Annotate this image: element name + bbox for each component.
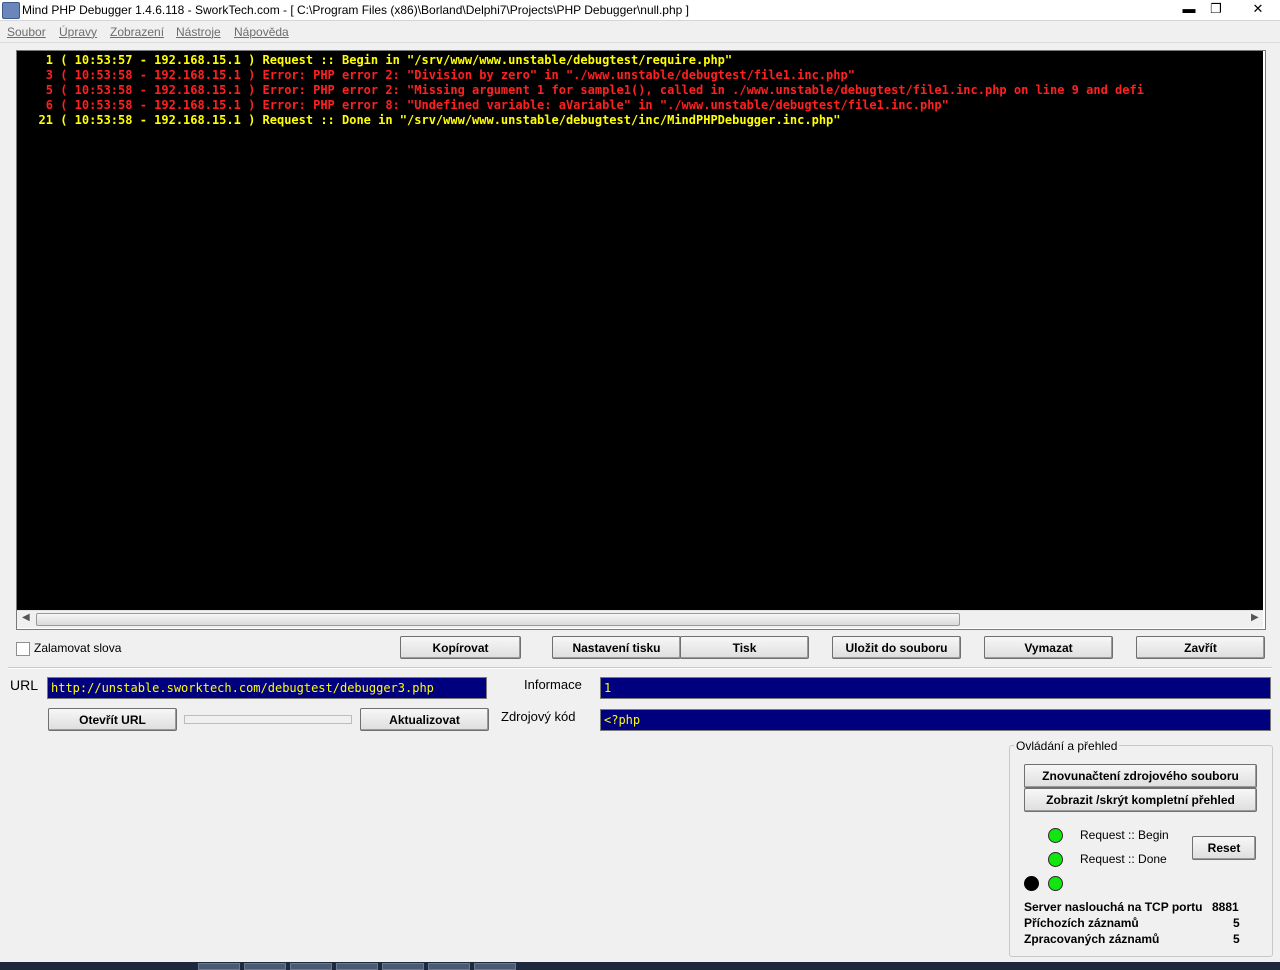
log-entry: 21 ( 10:53:58 - 192.168.15.1 ) Request :… <box>38 113 841 127</box>
taskbar-button[interactable] <box>474 963 516 970</box>
minimize-button[interactable]: ▬ <box>1176 0 1202 18</box>
scroll-left-icon[interactable]: ◀ <box>22 612 30 623</box>
menu-zobrazeni[interactable]: Zobrazení <box>110 25 164 39</box>
scrollbar-thumb[interactable] <box>36 613 960 626</box>
status-done-label: Request :: Done <box>1080 852 1167 866</box>
info-label: Informace <box>524 677 582 692</box>
wrap-words-label: Zalamovat slova <box>34 641 122 655</box>
reset-button[interactable]: Reset <box>1192 836 1256 860</box>
port-label: Server naslouchá na TCP portu <box>1024 900 1203 914</box>
close-button[interactable]: Zavřít <box>1136 636 1265 659</box>
save-to-file-button[interactable]: Uložit do souboru <box>832 636 961 659</box>
status-led-on <box>1048 876 1063 891</box>
url-label: URL <box>10 677 39 693</box>
processed-label: Zpracovaných záznamů <box>1024 932 1160 946</box>
status-begin-label: Request :: Begin <box>1080 828 1169 842</box>
maximize-button[interactable]: ❐ <box>1203 0 1229 18</box>
incoming-value: 5 <box>1233 916 1240 930</box>
menu-soubor[interactable]: Soubor <box>7 25 46 39</box>
menu-upravy[interactable]: Úpravy <box>59 25 97 39</box>
processed-value: 5 <box>1233 932 1240 946</box>
horizontal-scrollbar[interactable]: ◀ ▶ <box>17 610 1263 628</box>
status-led-begin <box>1048 828 1063 843</box>
taskbar-button[interactable] <box>428 963 470 970</box>
title-bar: Mind PHP Debugger 1.4.6.118 - SworkTech.… <box>0 0 1280 21</box>
source-label: Zdrojový kód <box>501 709 576 724</box>
log-entry: 6 ( 10:53:58 - 192.168.15.1 ) Error: PHP… <box>45 98 949 112</box>
log-entry: 3 ( 10:53:58 - 192.168.15.1 ) Error: PHP… <box>45 68 855 82</box>
menu-napoveda[interactable]: Nápověda <box>234 25 289 39</box>
reload-source-button[interactable]: Znovunačtení zdrojového souboru <box>1024 764 1257 788</box>
taskbar-button[interactable] <box>244 963 286 970</box>
source-field[interactable]: <?php <box>600 709 1271 731</box>
wrap-words-checkbox[interactable] <box>16 642 30 656</box>
close-window-button[interactable]: ✕ <box>1238 0 1278 18</box>
menu-nastroje[interactable]: Nástroje <box>176 25 221 39</box>
refresh-button[interactable]: Aktualizovat <box>360 708 489 731</box>
menu-bar: Soubor Úpravy Zobrazení Nástroje Nápověd… <box>0 21 1280 43</box>
log-output[interactable]: 1 ( 10:53:57 - 192.168.15.1 ) Request ::… <box>17 51 1263 610</box>
progress-bar <box>184 715 352 724</box>
window-title: Mind PHP Debugger 1.4.6.118 - SworkTech.… <box>22 3 689 17</box>
log-entry: 5 ( 10:53:58 - 192.168.15.1 ) Error: PHP… <box>45 83 1144 97</box>
divider <box>8 667 1272 669</box>
taskbar-button[interactable] <box>382 963 424 970</box>
toggle-overview-button[interactable]: Zobrazit /skrýt kompletní přehled <box>1024 788 1257 812</box>
print-setup-button[interactable]: Nastavení tisku <box>552 636 681 659</box>
taskbar <box>0 962 1280 970</box>
url-input[interactable]: http://unstable.sworktech.com/debugtest/… <box>47 677 487 699</box>
log-entry: 1 ( 10:53:57 - 192.168.15.1 ) Request ::… <box>45 53 733 67</box>
app-icon <box>2 2 20 19</box>
incoming-label: Příchozích záznamů <box>1024 916 1139 930</box>
taskbar-button[interactable] <box>336 963 378 970</box>
status-led-done <box>1048 852 1063 867</box>
scroll-right-icon[interactable]: ▶ <box>1251 612 1259 623</box>
open-url-button[interactable]: Otevřít URL <box>48 708 177 731</box>
info-field[interactable]: 1 <box>600 677 1271 699</box>
port-value: 8881 <box>1212 900 1239 914</box>
print-button[interactable]: Tisk <box>680 636 809 659</box>
taskbar-button[interactable] <box>198 963 240 970</box>
status-led-off <box>1024 876 1039 891</box>
control-panel-title: Ovládání a přehled <box>1014 739 1120 753</box>
taskbar-button[interactable] <box>290 963 332 970</box>
copy-button[interactable]: Kopírovat <box>400 636 521 659</box>
clear-button[interactable]: Vymazat <box>984 636 1113 659</box>
